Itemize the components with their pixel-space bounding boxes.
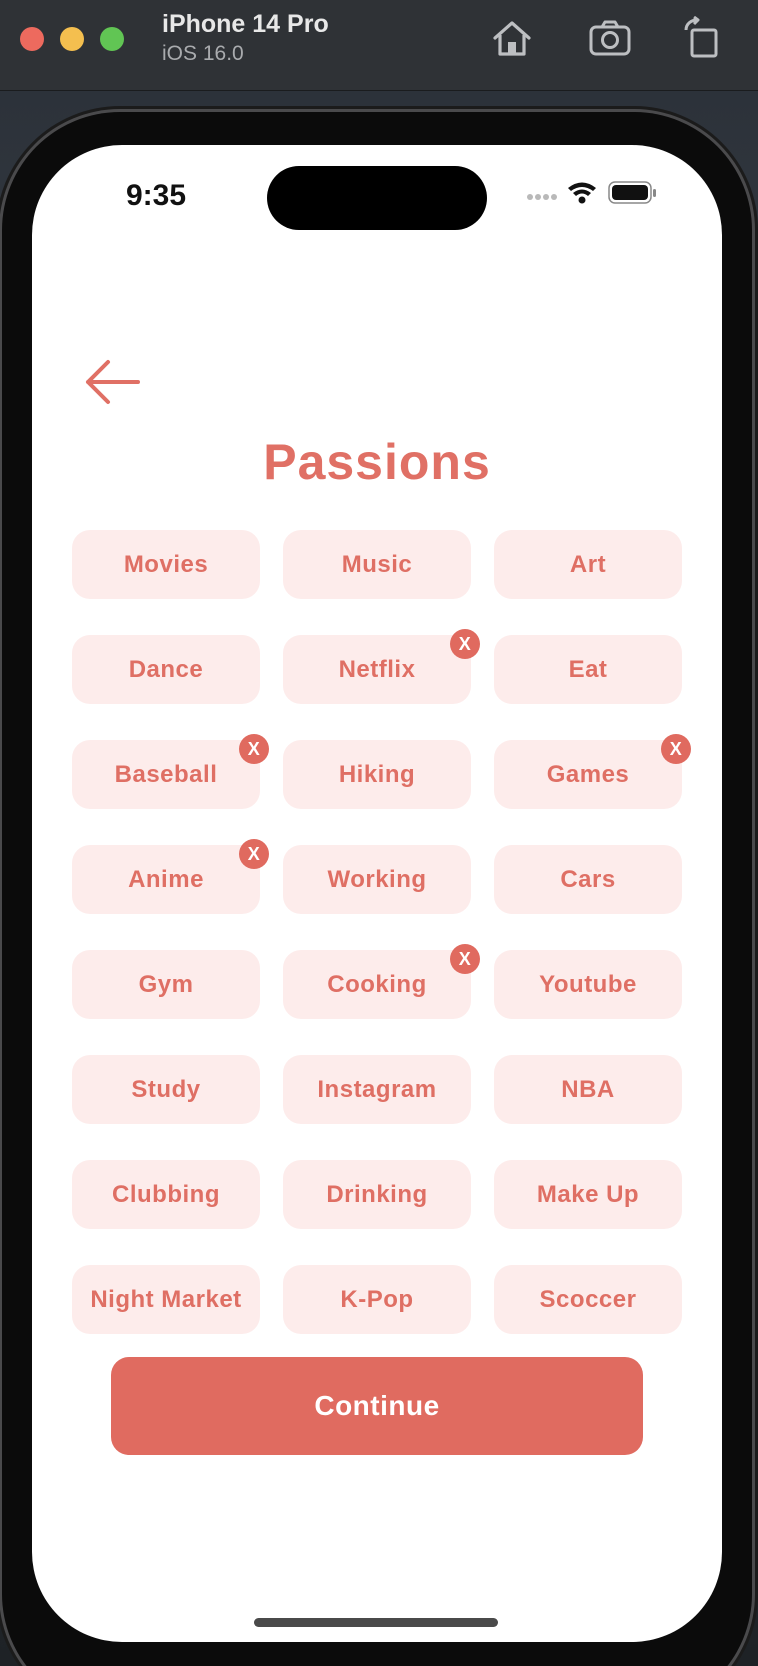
passion-chip[interactable]: Scoccer [494,1265,682,1334]
passion-chip-label: Cars [560,865,616,893]
device-name: iPhone 14 Pro [162,10,329,38]
passion-chip[interactable]: Movies [72,530,260,599]
home-indicator [254,1618,498,1627]
minimize-window-button[interactable] [60,27,84,51]
passion-chip-label: Hiking [338,760,416,788]
passion-chip-label: Eat [568,655,608,683]
passion-chip-label: Youtube [539,970,637,998]
passion-chip[interactable]: NBA [494,1055,682,1124]
passion-chip-label: Night Market [90,1285,242,1313]
passion-chip[interactable]: Clubbing [72,1160,260,1229]
passion-chip[interactable]: Study [72,1055,260,1124]
passion-chip-label: Netflix [338,655,416,683]
passion-chip[interactable]: Cooking X [283,944,480,1019]
signal-dots-icon [527,194,557,200]
passion-chip[interactable]: Working [283,845,471,914]
passion-chip-label: Scoccer [539,1285,637,1313]
passion-chip-label: Dance [128,655,204,683]
dynamic-island [267,166,487,230]
passion-chip-label: NBA [561,1075,615,1103]
wifi-icon [568,182,596,204]
passion-chip-label: Movies [123,550,209,578]
passion-chip[interactable]: Hiking [283,740,471,809]
remove-passion-button[interactable]: X [661,734,691,764]
remove-passion-button[interactable]: X [239,839,269,869]
passion-chip[interactable]: Games X [494,734,691,809]
passion-chip[interactable]: Drinking [283,1160,471,1229]
passion-chip-label: Anime [128,865,204,893]
home-icon[interactable] [490,16,534,60]
page-title: Passions [263,434,491,490]
passion-chip-label: Cooking [327,970,427,998]
zoom-window-button[interactable] [100,27,124,51]
passion-chip-label: Drinking [326,1180,428,1208]
passion-chip-label: Gym [138,970,194,998]
passion-chip[interactable]: Youtube [494,950,682,1019]
remove-passion-button[interactable]: X [450,629,480,659]
status-time: 9:35 [126,179,187,212]
passion-chip-label: K-Pop [340,1285,414,1313]
remove-passion-button[interactable]: X [239,734,269,764]
remove-passion-button[interactable]: X [450,944,480,974]
simulator-titlebar: iPhone 14 Pro iOS 16.0 [0,0,758,91]
passion-chip-label: Make Up [536,1180,640,1208]
passion-chip[interactable]: Baseball X [72,734,269,809]
passion-chip[interactable]: Night Market [72,1265,260,1334]
passion-chip-label: Clubbing [112,1180,220,1208]
passion-chip-label: Instagram [317,1075,437,1103]
camera-icon[interactable] [588,16,632,60]
arrow-left-icon[interactable] [82,357,142,407]
rotate-icon[interactable] [680,16,724,60]
passion-grid: Movies Music Art Dance Netflix X Eat Baseball X H… [72,530,691,1334]
passion-chip-label: Music [341,550,413,578]
passion-chip[interactable]: Make Up [494,1160,682,1229]
status-icons [527,181,656,204]
passion-chip[interactable]: Anime X [72,839,269,914]
passion-chip-label: Study [131,1075,201,1103]
passion-chip[interactable]: Music [283,530,471,599]
passion-chip[interactable]: Eat [494,635,682,704]
passion-chip[interactable]: K-Pop [283,1265,471,1334]
app-screen: 9:35 Passions Movies Music Art Dance Netflix… [32,145,722,1642]
passion-chip-label: Working [327,865,427,893]
continue-button[interactable]: Continue [111,1357,643,1455]
passion-chip[interactable]: Netflix X [283,629,480,704]
close-window-button[interactable] [20,27,44,51]
os-version: iOS 16.0 [162,42,244,65]
passion-chip[interactable]: Instagram [283,1055,471,1124]
passion-chip-label: Baseball [114,760,218,788]
passion-chip-label: Games [546,760,630,788]
passion-chip[interactable]: Art [494,530,682,599]
passion-chip[interactable]: Dance [72,635,260,704]
passion-chip[interactable]: Cars [494,845,682,914]
passion-chip-label: Art [569,550,607,578]
passion-chip[interactable]: Gym [72,950,260,1019]
battery-icon [608,181,656,204]
